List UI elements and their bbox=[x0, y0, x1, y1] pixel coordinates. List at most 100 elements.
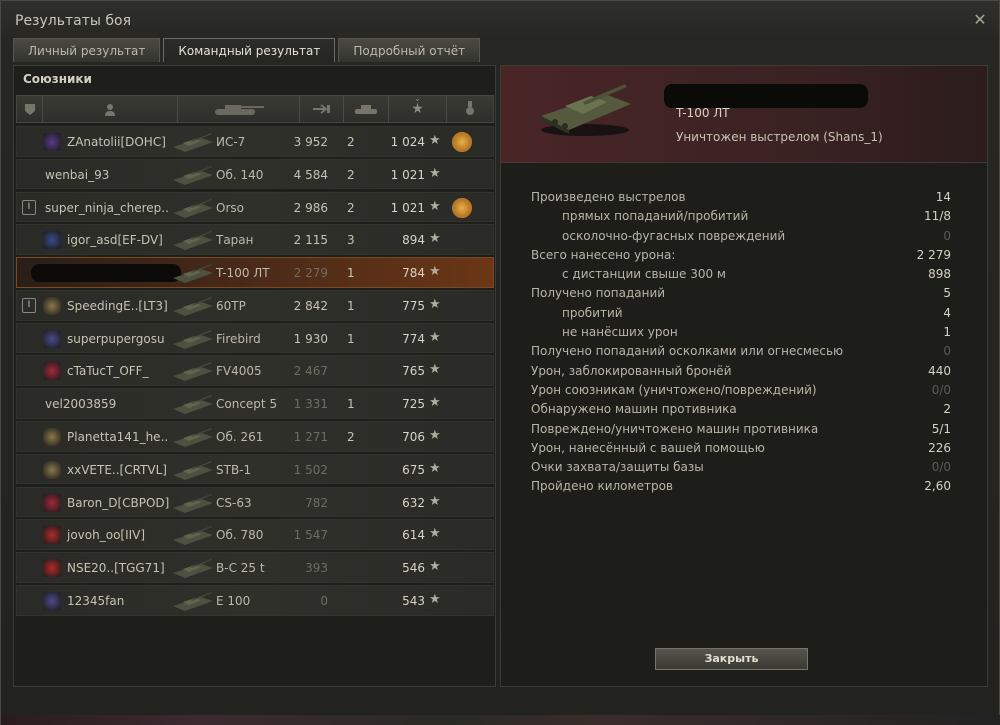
table-row[interactable]: Isuper_ninja_cherep.. Orso 2 986 2 1 021 ★ bbox=[16, 191, 494, 223]
table-row[interactable]: NSE20..[TGG71] B-C 25 t 393 546 ★ bbox=[16, 552, 494, 583]
table-row[interactable]: Baron_D[CBPOD] CS-63 782 632 ★ bbox=[16, 486, 494, 518]
damage-value: 1 547 bbox=[293, 528, 328, 543]
star-icon: ★ bbox=[429, 231, 441, 247]
vehicle-icon bbox=[173, 231, 213, 251]
vehicle-name: Concept 5 bbox=[216, 397, 278, 412]
platoon-column-icon[interactable] bbox=[17, 96, 43, 122]
vehicle-icon bbox=[173, 591, 213, 611]
stat-label: Пройдено километров bbox=[531, 479, 673, 494]
xp-value: 675 bbox=[402, 462, 425, 477]
vehicle-name: Об. 780 bbox=[216, 528, 264, 543]
player-name: jovoh_oo[IIV] bbox=[67, 528, 146, 543]
vehicle-card: T-100 ЛТ Уничтожен выстрелом (Shans_1) bbox=[501, 66, 987, 163]
damage-value: 393 bbox=[305, 561, 328, 576]
star-icon: ★ bbox=[429, 198, 441, 214]
tab-detailed-report[interactable]: Подробный отчёт bbox=[338, 38, 481, 62]
xp-value: 725 bbox=[402, 397, 425, 412]
vehicle-icon bbox=[173, 559, 213, 579]
table-row[interactable]: superpupergosu Firebird 1 930 1 774 ★ bbox=[16, 322, 494, 354]
vehicle-icon bbox=[173, 198, 213, 218]
stat-value: 1 bbox=[943, 325, 951, 340]
player-name: vel2003859 bbox=[45, 397, 117, 412]
star-icon: ★ bbox=[429, 460, 441, 476]
clan-badge-icon bbox=[43, 362, 61, 381]
medal-icon[interactable] bbox=[452, 132, 472, 152]
kills-value: 1 bbox=[347, 266, 355, 281]
stat-value: 0 bbox=[943, 228, 951, 243]
table-row[interactable]: jovoh_oo[IIV] Об. 780 1 547 614 ★ bbox=[16, 519, 494, 550]
stat-label: Урон, заблокированный бронёй bbox=[531, 363, 732, 378]
vehicle-icon bbox=[173, 264, 213, 284]
tank-column-icon[interactable] bbox=[178, 96, 300, 122]
close-button[interactable]: Закрыть bbox=[655, 648, 808, 670]
xp-value: 632 bbox=[402, 495, 425, 510]
table-row[interactable]: I SpeedingE..[LT3] 60TP 2 842 1 775 ★ bbox=[16, 289, 494, 321]
battle-results-window: Результаты боя ✕ Личный результат Команд… bbox=[0, 0, 1000, 725]
stat-label: Очки захвата/защиты базы bbox=[531, 460, 704, 475]
clan-badge-icon bbox=[43, 526, 61, 545]
kills-value: 1 bbox=[347, 331, 355, 346]
detail-panel: T-100 ЛТ Уничтожен выстрелом (Shans_1) П… bbox=[500, 65, 988, 687]
card-death-cause: Уничтожен выстрелом (Shans_1) bbox=[676, 130, 883, 144]
stat-value: 11/8 bbox=[924, 209, 951, 224]
vehicle-name: B-C 25 t bbox=[216, 561, 265, 576]
damage-column-icon[interactable] bbox=[300, 96, 344, 122]
team-panel: Союзники ★ ⌄ ZAnatolii[DOHC] ИС-7 3 952 … bbox=[13, 65, 496, 687]
vehicle-name: Orso bbox=[216, 200, 244, 215]
kills-value: 1 bbox=[347, 397, 355, 412]
stat-value: 226 bbox=[928, 440, 951, 455]
stat-row: Урон, заблокированный бронёй 440 bbox=[531, 362, 951, 381]
stat-value: 2 bbox=[943, 402, 951, 417]
star-icon: ★ bbox=[429, 296, 441, 312]
star-icon: ★ bbox=[429, 591, 441, 607]
titlebar: Результаты боя ✕ bbox=[1, 1, 999, 35]
close-icon[interactable]: ✕ bbox=[971, 11, 989, 29]
stat-row: Обнаружено машин противника 2 bbox=[531, 400, 951, 419]
tab-team-result[interactable]: Командный результат bbox=[163, 38, 336, 62]
stat-value: 2 279 bbox=[916, 247, 951, 262]
redacted-name bbox=[664, 84, 868, 108]
table-row[interactable]: xxVETE..[CRTVL] STB-1 1 502 675 ★ bbox=[16, 453, 494, 485]
medal-icon[interactable] bbox=[452, 197, 472, 218]
player-name: NSE20..[TGG71] bbox=[67, 561, 165, 576]
stat-label: Урон, нанесённый с вашей помощью bbox=[531, 440, 765, 455]
player-column-icon[interactable] bbox=[43, 96, 178, 122]
table-row[interactable]: 12345fan E 100 0 543 ★ bbox=[16, 584, 494, 616]
medal-column-icon[interactable] bbox=[447, 96, 493, 122]
vehicle-name: CS-63 bbox=[216, 495, 252, 510]
damage-value: 1 331 bbox=[293, 397, 328, 412]
vehicle-icon bbox=[173, 362, 213, 382]
table-row[interactable]: igor_asd[EF-DV] Таран 2 115 3 894 ★ bbox=[16, 224, 494, 255]
team-rows: ZAnatolii[DOHC] ИС-7 3 952 2 1 024 ★ wenbai_93… bbox=[16, 126, 494, 618]
stat-label: Обнаружено машин противника bbox=[531, 402, 737, 417]
table-row[interactable]: wenbai_93 Об. 140 4 584 2 1 021 ★ bbox=[16, 158, 494, 190]
vehicle-name: Firebird bbox=[216, 331, 261, 346]
xp-column-icon[interactable]: ★ ⌄ bbox=[389, 94, 447, 122]
vehicle-name: E 100 bbox=[216, 593, 251, 608]
table-row[interactable]: cTaTucT_OFF_ FV4005 2 467 765 ★ bbox=[16, 355, 494, 387]
damage-value: 2 279 bbox=[293, 266, 328, 281]
stat-label: с дистанции свыше 300 м bbox=[562, 267, 726, 282]
table-row[interactable]: ZAnatolii[DOHC] ИС-7 3 952 2 1 024 ★ bbox=[16, 126, 494, 157]
xp-value: 765 bbox=[402, 364, 425, 379]
xp-value: 1 021 bbox=[390, 167, 425, 182]
tab-personal-result[interactable]: Личный результат bbox=[13, 38, 161, 62]
table-row[interactable]: Planetta141_he.. Об. 261 1 271 2 706 ★ bbox=[16, 421, 494, 452]
damage-value: 2 986 bbox=[293, 200, 328, 215]
clan-badge-icon bbox=[43, 296, 61, 315]
kills-column-icon[interactable] bbox=[344, 96, 389, 122]
damage-value: 782 bbox=[305, 495, 328, 510]
xp-value: 543 bbox=[402, 593, 425, 608]
table-row[interactable]: vel2003859 Concept 5 1 331 1 725 ★ bbox=[16, 388, 494, 419]
vehicle-icon bbox=[173, 329, 213, 349]
player-name: xxVETE..[CRTVL] bbox=[67, 462, 167, 477]
stat-row: с дистанции свыше 300 м 898 bbox=[531, 265, 951, 284]
table-row[interactable]: T-100 ЛТ 2 279 1 784 ★ bbox=[16, 257, 494, 288]
damage-value: 1 271 bbox=[293, 430, 328, 445]
stat-row: Пройдено километров 2,60 bbox=[531, 477, 951, 496]
kills-value: 2 bbox=[347, 430, 355, 445]
vehicle-name: Об. 261 bbox=[216, 430, 264, 445]
vehicle-name: STB-1 bbox=[216, 462, 252, 477]
vehicle-name: T-100 ЛТ bbox=[216, 266, 270, 281]
stat-label: Получено попаданий bbox=[531, 286, 666, 301]
